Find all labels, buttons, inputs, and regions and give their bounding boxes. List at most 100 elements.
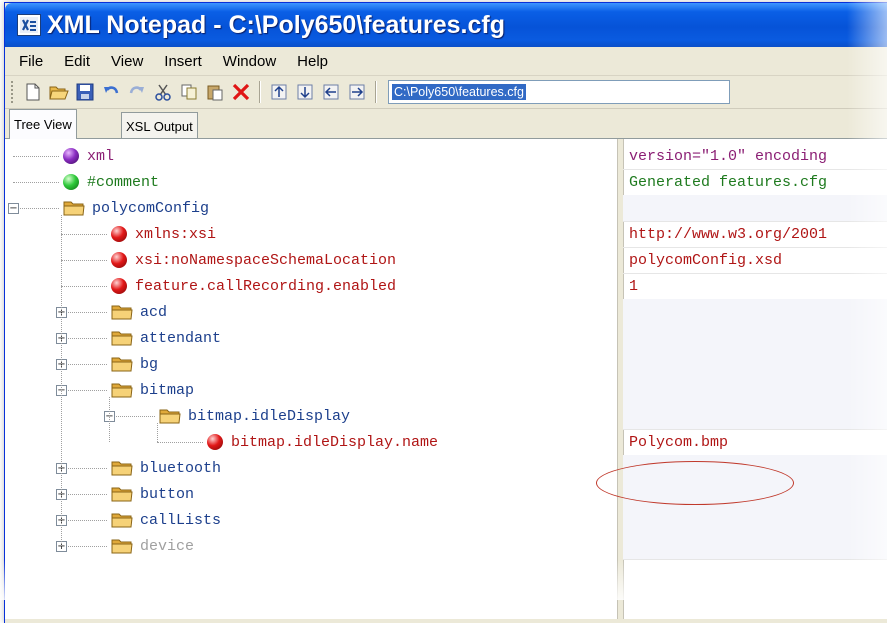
tab-tree-view[interactable]: Tree View	[9, 109, 77, 139]
menu-window[interactable]: Window	[223, 53, 276, 70]
open-icon[interactable]	[48, 81, 70, 103]
tree-connector	[61, 468, 107, 469]
title-bar[interactable]: XML Notepad - C:\Poly650\features.cfg	[5, 3, 887, 47]
folder-icon	[111, 486, 133, 502]
tree-connector	[61, 286, 107, 287]
save-icon[interactable]	[74, 81, 96, 103]
node-label: xsi:noNamespaceSchemaLocation	[135, 251, 397, 269]
menu-help[interactable]: Help	[297, 53, 328, 70]
tree-node[interactable]: xmlns:xsi	[111, 221, 216, 247]
node-label: button	[140, 485, 195, 503]
tree-row[interactable]: − bitmap.idleDisplay	[5, 403, 617, 429]
tree-row[interactable]: + bluetooth	[5, 455, 617, 481]
menu-bar: File Edit View Insert Window Help	[5, 47, 887, 76]
folder-icon	[63, 200, 85, 216]
toolbar-separator	[375, 81, 377, 103]
toolbar-grip[interactable]	[11, 81, 16, 103]
node-label: bitmap	[140, 381, 195, 399]
menu-view[interactable]: View	[111, 53, 143, 70]
red-ball-icon	[207, 434, 223, 450]
tree-row[interactable]: bitmap.idleDisplay.name	[5, 429, 617, 455]
tab-xsl-output[interactable]: XSL Output	[121, 112, 198, 139]
tree-node[interactable]: acd	[111, 299, 167, 325]
tree-connector	[109, 416, 155, 417]
redo-icon[interactable]	[126, 81, 148, 103]
undo-icon[interactable]	[100, 81, 122, 103]
tree-node[interactable]: attendant	[111, 325, 221, 351]
tree-node[interactable]: xsi:noNamespaceSchemaLocation	[111, 247, 396, 273]
tree-row[interactable]: feature.callRecording.enabled	[5, 273, 617, 299]
editor-content: xml #comment − polycomConfig xmlns:xsi xsi:no…	[5, 138, 887, 619]
cut-icon[interactable]	[152, 81, 174, 103]
tree-node[interactable]: xml	[63, 143, 114, 169]
tree-node[interactable]: bg	[111, 351, 158, 377]
tree-row[interactable]: xsi:noNamespaceSchemaLocation	[5, 247, 617, 273]
tree-node[interactable]: bitmap.idleDisplay	[159, 403, 350, 429]
tree-row[interactable]: − polycomConfig	[5, 195, 617, 221]
paste-icon[interactable]	[204, 81, 226, 103]
value-row[interactable]	[623, 403, 887, 430]
node-value: http://www.w3.org/2001	[629, 225, 828, 243]
tree-row[interactable]: xml	[5, 143, 617, 169]
collapse-button[interactable]: −	[8, 203, 19, 214]
node-label: bluetooth	[140, 459, 222, 477]
value-row[interactable]	[623, 195, 887, 222]
value-row[interactable]	[623, 351, 887, 378]
delete-icon[interactable]	[230, 81, 252, 103]
tree-row[interactable]: + button	[5, 481, 617, 507]
tree-row[interactable]: + acd	[5, 299, 617, 325]
tree-node[interactable]: callLists	[111, 507, 221, 533]
menu-insert[interactable]: Insert	[164, 53, 202, 70]
value-row[interactable]	[623, 377, 887, 404]
folder-icon	[159, 408, 181, 424]
tree-node[interactable]: bluetooth	[111, 455, 221, 481]
new-icon[interactable]	[22, 81, 44, 103]
tree-row[interactable]: #comment	[5, 169, 617, 195]
tree-node[interactable]: feature.callRecording.enabled	[111, 273, 396, 299]
tree-connector	[61, 312, 107, 313]
menu-file[interactable]: File	[19, 53, 43, 70]
value-row[interactable]	[623, 533, 887, 560]
purple-ball-icon	[63, 148, 79, 164]
value-row[interactable]: http://www.w3.org/2001	[623, 221, 887, 248]
tree-connector	[13, 208, 59, 209]
tree-node[interactable]: bitmap	[111, 377, 194, 403]
value-row[interactable]: polycomConfig.xsd	[623, 247, 887, 274]
value-row[interactable]	[623, 455, 887, 482]
tree-row[interactable]: + callLists	[5, 507, 617, 533]
tree-node[interactable]: button	[111, 481, 194, 507]
tree-row[interactable]: + bg	[5, 351, 617, 377]
value-row[interactable]	[623, 507, 887, 534]
value-row[interactable]	[623, 325, 887, 352]
tree-connector	[61, 390, 107, 391]
node-label: bitmap.idleDisplay.name	[231, 433, 439, 451]
tree-row[interactable]: xmlns:xsi	[5, 221, 617, 247]
tree-connector	[13, 182, 59, 183]
copy-icon[interactable]	[178, 81, 200, 103]
file-path-field[interactable]: C:\Poly650\features.cfg	[388, 80, 730, 104]
tree-node[interactable]: polycomConfig	[63, 195, 209, 221]
value-row[interactable]: Generated features.cfg	[623, 169, 887, 196]
value-row[interactable]: version="1.0" encoding	[623, 143, 887, 170]
nudge-left-icon[interactable]	[320, 81, 342, 103]
tree-row[interactable]: + device	[5, 533, 617, 559]
value-row[interactable]	[623, 299, 887, 326]
value-row[interactable]	[623, 481, 887, 508]
tree-view[interactable]: xml #comment − polycomConfig xmlns:xsi xsi:no…	[5, 139, 617, 619]
value-row[interactable]: 1	[623, 273, 887, 300]
tree-row[interactable]: − bitmap	[5, 377, 617, 403]
tree-connector	[61, 520, 107, 521]
tree-node[interactable]: bitmap.idleDisplay.name	[207, 429, 438, 455]
tree-node[interactable]: device	[111, 533, 194, 559]
nudge-down-icon[interactable]	[294, 81, 316, 103]
green-ball-icon	[63, 174, 79, 190]
value-pane[interactable]: version="1.0" encoding Generated features…	[623, 139, 887, 619]
tree-node[interactable]: #comment	[63, 169, 159, 195]
folder-icon	[111, 330, 133, 346]
value-row[interactable]: Polycom.bmp	[623, 429, 887, 456]
menu-edit[interactable]: Edit	[64, 53, 90, 70]
tree-connector	[61, 546, 107, 547]
nudge-right-icon[interactable]	[346, 81, 368, 103]
nudge-up-icon[interactable]	[268, 81, 290, 103]
tree-row[interactable]: + attendant	[5, 325, 617, 351]
